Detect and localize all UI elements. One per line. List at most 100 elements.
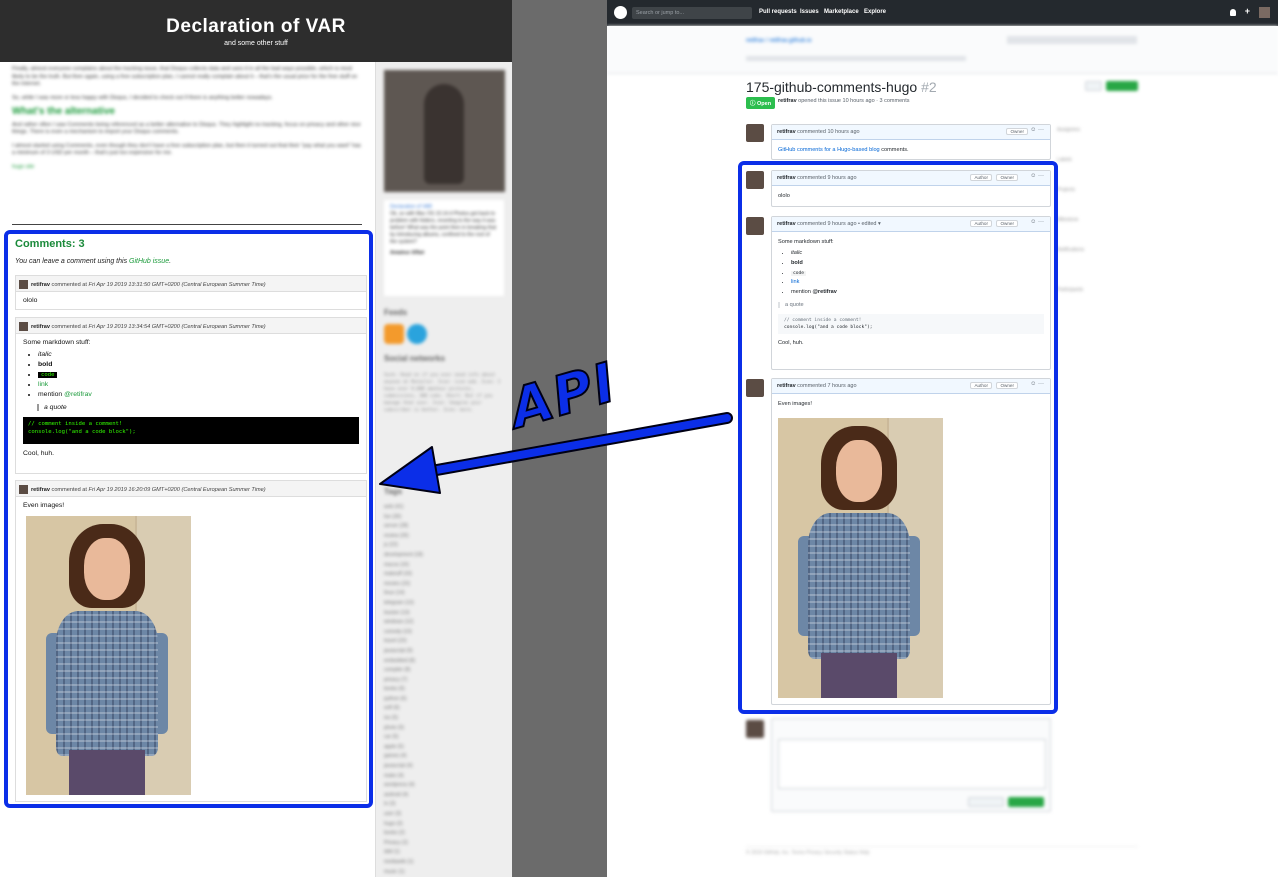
comment-verb: commented at xyxy=(49,323,89,330)
comments-note-end: . xyxy=(169,258,172,265)
tag-item[interactable]: js (22) xyxy=(384,541,423,551)
tag-item[interactable]: movies (15) xyxy=(384,580,423,590)
comment-author[interactable]: retifrav xyxy=(777,129,796,135)
tag-item[interactable]: books (6) xyxy=(384,685,423,695)
tag-item[interactable]: javascript (9) xyxy=(384,647,423,657)
tag-item[interactable]: web (41) xyxy=(384,503,423,513)
sidebar-card-text: Ok, so with Mac OS 10.14.4 Photos got ba… xyxy=(390,211,497,245)
tag-item[interactable]: travel (10) xyxy=(384,637,423,647)
tag-item[interactable]: embedded (8) xyxy=(384,657,423,667)
nav-explore[interactable]: Explore xyxy=(864,9,886,15)
sidebar-assignees[interactable]: Assignees xyxy=(1057,125,1137,135)
sidebar-labels[interactable]: Labels xyxy=(1057,155,1137,165)
status-label: Open xyxy=(757,101,772,107)
avatar[interactable] xyxy=(746,124,764,142)
nav-pull-requests[interactable]: Pull requests xyxy=(759,9,797,15)
new-issue-button[interactable] xyxy=(1106,81,1138,91)
nav-issues[interactable]: Issues xyxy=(800,9,819,15)
github-issue-link[interactable]: GitHub issue xyxy=(129,258,169,265)
avatar[interactable] xyxy=(19,485,28,494)
tag-item[interactable]: fun (30) xyxy=(384,513,423,523)
comment-author[interactable]: retifrav xyxy=(31,282,50,288)
tag-item[interactable]: make (4) xyxy=(384,772,423,782)
tag-item[interactable]: macos (16) xyxy=(384,561,423,571)
tag-item[interactable]: makeuff (16) xyxy=(384,570,423,580)
blog-comments-section: Comments: 3 You can leave a comment usin… xyxy=(4,230,373,808)
repo-path[interactable]: retifrav / retifrav.github.io xyxy=(746,38,812,44)
comment-verb: commented at xyxy=(49,281,89,288)
sidebar-milestone[interactable]: Milestone xyxy=(1057,215,1137,225)
list-item-link[interactable]: link xyxy=(38,381,48,388)
tag-item[interactable]: javascript (4) xyxy=(384,762,423,772)
comment-author[interactable]: retifrav xyxy=(31,487,50,493)
comment-author[interactable]: retifrav xyxy=(31,324,50,330)
tag-item[interactable]: tv (3) xyxy=(384,800,423,810)
create-new-plus-icon[interactable]: + xyxy=(1245,6,1250,16)
reply-textarea[interactable] xyxy=(778,739,1046,789)
repo-tabs[interactable] xyxy=(746,56,966,61)
github-logo-icon[interactable] xyxy=(614,6,627,19)
tag-item[interactable]: linux (14) xyxy=(384,589,423,599)
sidebar-card-title[interactable]: Declaration of VAR xyxy=(390,204,498,211)
telegram-icon[interactable] xyxy=(407,324,427,344)
repo-actions[interactable] xyxy=(1007,36,1137,44)
tag-item[interactable]: music (1) xyxy=(384,868,423,877)
tag-item[interactable]: ddd (1) xyxy=(384,848,423,858)
sidebar-notifications[interactable]: Notifications xyxy=(1057,245,1137,255)
tag-item[interactable]: comedy (10) xyxy=(384,628,423,638)
blog-title[interactable]: Declaration of VAR xyxy=(0,16,512,38)
tag-item[interactable]: games (4) xyxy=(384,752,423,762)
user-avatar[interactable] xyxy=(1259,7,1270,18)
blog-subtitle: and some other stuff xyxy=(224,40,288,47)
notifications-bell-icon[interactable] xyxy=(1230,9,1236,16)
tag-item[interactable]: development (18) xyxy=(384,551,423,561)
tag-item[interactable]: apple (5) xyxy=(384,743,423,753)
nav-marketplace[interactable]: Marketplace xyxy=(824,9,859,15)
tag-item[interactable]: hugo (3) xyxy=(384,820,423,830)
feeds-heading: Feeds xyxy=(384,308,408,317)
tag-item[interactable]: tracker (13) xyxy=(384,609,423,619)
sidebar-card-author: Amateur Affair xyxy=(390,250,425,256)
tag-item[interactable]: user (3) xyxy=(384,810,423,820)
tag-item[interactable]: telegram (13) xyxy=(384,599,423,609)
more-options-icon[interactable]: ☺ ··· xyxy=(1030,127,1044,133)
rss-icon[interactable] xyxy=(384,324,404,344)
tag-item[interactable]: photo (5) xyxy=(384,724,423,734)
tag-item[interactable]: privacy (7) xyxy=(384,676,423,686)
avatar[interactable] xyxy=(746,720,764,738)
tag-item[interactable]: car (5) xyxy=(384,733,423,743)
tag-item[interactable]: compiler (8) xyxy=(384,666,423,676)
comment-date: Fri Apr 19 2019 16:20:09 GMT+0200 (Centr… xyxy=(88,486,266,493)
list-item-bold: bold xyxy=(38,361,53,368)
list-item: mention @retifrav xyxy=(38,390,359,400)
sidebar-participants[interactable]: Participants xyxy=(1057,285,1137,295)
tag-item[interactable]: python (6) xyxy=(384,695,423,705)
list-item: code xyxy=(38,370,359,380)
mention-link[interactable]: @retifrav xyxy=(64,391,92,398)
search-input[interactable]: Search or jump to... xyxy=(632,7,752,19)
edit-button[interactable] xyxy=(1085,81,1102,91)
tag-item[interactable]: server (28) xyxy=(384,522,423,532)
tag-item[interactable]: ios (5) xyxy=(384,714,423,724)
sidebar-projects[interactable]: Projects xyxy=(1057,185,1137,195)
tag-item[interactable]: mediawiki (1) xyxy=(384,858,423,868)
issue-title: 175-github-comments-hugo #2 xyxy=(746,79,937,95)
tag-item[interactable]: wordpress (4) xyxy=(384,781,423,791)
tag-item[interactable]: windows (12) xyxy=(384,618,423,628)
tag-item[interactable]: books (2) xyxy=(384,829,423,839)
close-issue-button[interactable] xyxy=(968,797,1004,807)
tag-item[interactable]: review (26) xyxy=(384,532,423,542)
avatar[interactable] xyxy=(19,280,28,289)
issue-author[interactable]: retifrav xyxy=(778,98,797,104)
tag-item[interactable]: android (4) xyxy=(384,791,423,801)
comment-time[interactable]: commented 10 hours ago xyxy=(796,129,859,135)
tag-item[interactable]: Privacy (2) xyxy=(384,839,423,849)
blog-post-link[interactable]: GitHub comments for a Hugo-based blog xyxy=(778,147,880,153)
article-tag-link[interactable]: hugo site xyxy=(12,164,34,170)
github-comments-highlight xyxy=(738,161,1058,714)
issue-meta: retifrav opened this issue 10 hours ago … xyxy=(778,98,909,104)
avatar[interactable] xyxy=(19,322,28,331)
tag-item[interactable]: soft (6) xyxy=(384,704,423,714)
comment-button[interactable] xyxy=(1008,797,1044,807)
footer[interactable]: © 2019 GitHub, Inc. Terms Privacy Securi… xyxy=(746,846,1138,856)
